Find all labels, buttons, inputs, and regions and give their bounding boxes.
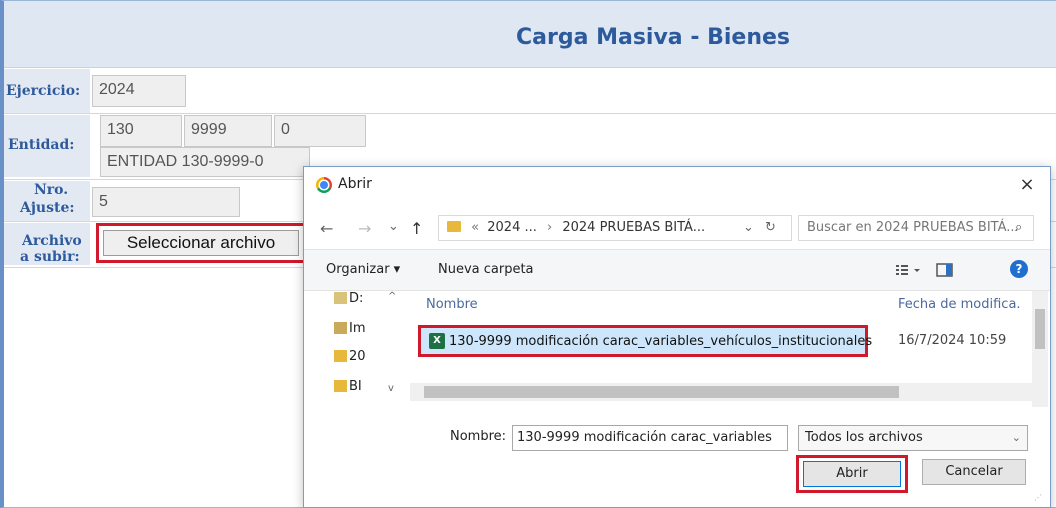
open-file-dialog: Abrir × ← → ⌄ ↑ « 2024 ... › 2024 PRUEBA… (303, 166, 1051, 508)
entidad-label: Entidad: (8, 137, 75, 153)
address-segment-pruebas[interactable]: 2024 PRUEBAS BITÁ... (562, 220, 705, 235)
address-separator: › (547, 220, 553, 235)
ajuste-label-line2: Ajuste: (20, 200, 75, 216)
folder-icon (447, 221, 461, 232)
search-placeholder: Buscar en 2024 PRUEBAS BITÁ... (807, 220, 1019, 235)
form-header: Carga Masiva - Bienes (4, 1, 1056, 68)
tree-item-label: Im (349, 321, 366, 336)
back-arrow-icon[interactable]: ← (320, 219, 333, 238)
archivo-label-line2: a subir: (20, 249, 80, 265)
ajuste-label-cell: Nro. Ajuste: (4, 181, 90, 221)
entidad-code3-field[interactable]: 0 (274, 115, 366, 147)
horizontal-scrollbar[interactable] (410, 383, 1034, 401)
ejercicio-label: Ejercicio: (6, 83, 81, 99)
new-folder-button[interactable]: Nueva carpeta (438, 262, 534, 277)
column-header-date[interactable]: Fecha de modifica. (898, 297, 1021, 312)
resize-grip-icon[interactable]: ⋰ (1034, 493, 1042, 502)
file-type-select[interactable]: Todos los archivos ⌄ (798, 425, 1028, 451)
file-name-label: Nombre: (450, 429, 507, 444)
address-prefix: « (471, 220, 480, 235)
tree-item-folder-bi[interactable]: BI (334, 379, 362, 401)
tree-scroll-up-icon[interactable]: ^ (388, 291, 396, 302)
select-file-highlight: Seleccionar archivo (96, 223, 306, 263)
archivo-label-line1: Archivo (22, 233, 82, 249)
select-file-button[interactable]: Seleccionar archivo (103, 230, 299, 256)
up-arrow-icon[interactable]: ↑ (410, 219, 423, 238)
open-button-highlight: Abrir (796, 455, 908, 493)
address-bar[interactable]: « 2024 ... › 2024 PRUEBAS BITÁ... ⌄ ↻ (438, 215, 792, 241)
organize-button[interactable]: Organizar ▾ (326, 262, 400, 277)
entidad-label-cell: Entidad: (4, 115, 90, 177)
archivo-label-cell: Archivo a subir: (4, 223, 90, 265)
file-name: 130-9999 modificación carac_variables_ve… (449, 334, 873, 349)
tree-item-images[interactable]: Im (334, 321, 366, 343)
search-icon: ⌕ (1015, 220, 1023, 235)
folder-icon (334, 380, 347, 392)
folder-icon (334, 350, 347, 362)
vertical-scrollbar[interactable] (1032, 291, 1048, 407)
dialog-toolbar: Organizar ▾ Nueva carpeta ? (304, 249, 1050, 291)
recent-locations-icon[interactable]: ⌄ (388, 219, 399, 234)
file-type-value: Todos los archivos (805, 430, 923, 445)
help-icon[interactable]: ? (1010, 260, 1028, 278)
close-icon[interactable]: × (1014, 173, 1040, 197)
column-header-name[interactable]: Nombre (426, 297, 478, 312)
dialog-title: Abrir (338, 176, 372, 192)
view-icon[interactable] (896, 262, 922, 276)
cancel-button[interactable]: Cancelar (922, 459, 1026, 485)
ajuste-label-line1: Nro. (34, 182, 69, 198)
entidad-code2-field[interactable]: 9999 (184, 115, 272, 147)
refresh-icon[interactable]: ↻ (765, 216, 776, 240)
address-dropdown-icon[interactable]: ⌄ (743, 216, 754, 240)
horizontal-scroll-thumb[interactable] (424, 386, 899, 398)
pane-icon[interactable] (936, 262, 954, 277)
forward-arrow-icon[interactable]: → (358, 219, 371, 238)
ejercicio-field[interactable]: 2024 (92, 75, 186, 107)
tree-item-label: 20 (349, 349, 366, 364)
tree-item-label: BI (349, 379, 362, 394)
tree-item-label: D: (349, 291, 364, 306)
tree-item-folder-20[interactable]: 20 (334, 349, 366, 371)
excel-file-icon: X (429, 333, 445, 349)
file-row-selected[interactable]: X 130-9999 modificación carac_variables_… (418, 325, 872, 357)
file-name-input[interactable]: 130-9999 modificación carac_variables (512, 425, 788, 451)
dialog-titlebar: Abrir × (304, 167, 1050, 203)
ejercicio-label-cell: Ejercicio: (4, 69, 90, 113)
vertical-scroll-thumb[interactable] (1035, 309, 1045, 349)
file-date: 16/7/2024 10:59 (898, 333, 1007, 348)
ajuste-field[interactable]: 5 (92, 187, 240, 217)
entidad-code1-field[interactable]: 130 (100, 115, 182, 147)
navigation-tree: D: Im 20 BI ^ v (334, 291, 404, 407)
chrome-icon (316, 177, 332, 193)
page-title: Carga Masiva - Bienes (516, 25, 791, 50)
chevron-down-icon: ⌄ (1011, 431, 1021, 444)
entidad-name-field[interactable]: ENTIDAD 130-9999-0 (100, 147, 310, 177)
tree-scroll-down-icon[interactable]: v (388, 383, 394, 394)
tree-item-documents[interactable]: D: (334, 291, 363, 313)
image-icon (334, 322, 347, 334)
address-segment-2024[interactable]: 2024 ... (487, 220, 537, 235)
document-icon (334, 292, 347, 304)
search-input[interactable]: Buscar en 2024 PRUEBAS BITÁ... ⌕ (798, 215, 1034, 241)
navigation-bar: ← → ⌄ ↑ « 2024 ... › 2024 PRUEBAS BITÁ..… (304, 211, 1050, 247)
open-button[interactable]: Abrir (803, 461, 901, 487)
